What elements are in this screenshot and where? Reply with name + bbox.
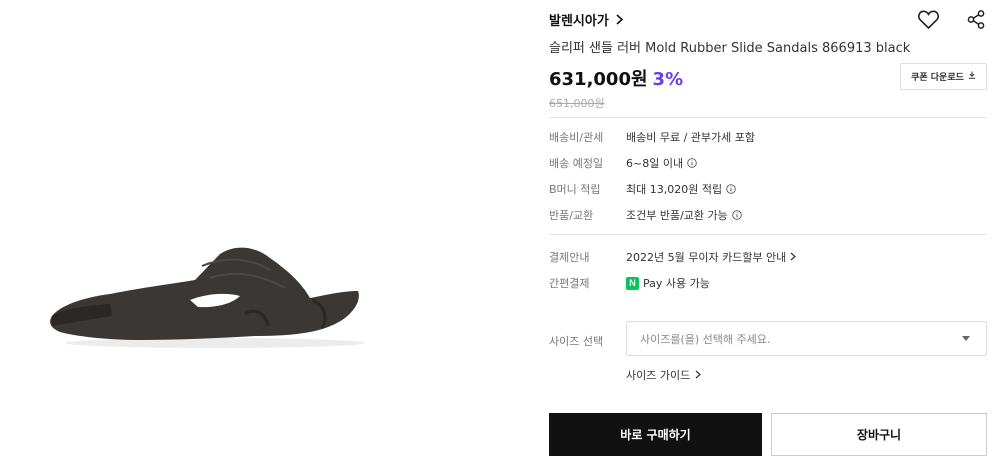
size-guide-label[interactable]: 사이즈 가이드 — [626, 367, 690, 383]
coupon-download-button[interactable]: 쿠폰 다운로드 — [900, 63, 987, 90]
bmoney-value: 최대 13,020원 적립 — [626, 183, 723, 196]
divider — [549, 117, 987, 118]
product-title: 슬리퍼 샌들 러버 Mold Rubber Slide Sandals 8669… — [549, 41, 911, 56]
easy-pay-row: 간편결제 N Pay 사용 가능 — [549, 275, 710, 291]
info-icon[interactable] — [687, 158, 697, 168]
coupon-label: 쿠폰 다운로드 — [911, 73, 964, 83]
payment-guide-row[interactable]: 결제안내 2022년 5월 무이자 카드할부 안내 — [549, 249, 797, 265]
brand-link[interactable]: 발렌시아가 — [549, 10, 623, 29]
add-to-cart-button[interactable]: 장바구니 — [771, 413, 987, 456]
bmoney-label: B머니 적립 — [549, 183, 601, 196]
easy-pay-label: 간편결제 — [549, 277, 590, 290]
shipping-fee-value: 배송비 무료 / 관부가세 포함 — [626, 131, 756, 144]
size-select[interactable]: 사이즈를(을) 선택해 주세요. — [626, 321, 987, 356]
payment-guide-value[interactable]: 2022년 5월 무이자 카드할부 안내 — [626, 249, 786, 265]
heart-icon[interactable] — [917, 8, 939, 30]
shipping-fee-label: 배송비/관세 — [549, 131, 604, 144]
product-image — [50, 247, 365, 348]
product-image-area — [0, 0, 520, 466]
share-icon[interactable] — [965, 8, 987, 30]
chevron-right-icon — [616, 14, 623, 25]
delivery-date-label: 배송 예정일 — [549, 157, 604, 170]
info-icon[interactable] — [726, 184, 736, 194]
size-select-label: 사이즈 선택 — [549, 335, 604, 348]
return-exchange-value: 조건부 반품/교환 가능 — [626, 209, 728, 222]
return-exchange-label: 반품/교환 — [549, 209, 594, 222]
divider — [549, 234, 987, 235]
original-price: 651,000원 — [549, 97, 605, 110]
product-info-panel: 발렌시아가 슬리퍼 샌들 러버 Mold Rubber Slide Sandal… — [549, 0, 987, 466]
buy-now-button[interactable]: 바로 구매하기 — [549, 413, 762, 456]
bmoney-row: B머니 적립 최대 13,020원 적립 — [549, 181, 736, 197]
brand-name[interactable]: 발렌시아가 — [549, 10, 609, 29]
download-icon — [968, 71, 976, 82]
chevron-down-icon — [962, 336, 970, 341]
return-exchange-row: 반품/교환 조건부 반품/교환 가능 — [549, 207, 742, 223]
naver-pay-icon: N — [626, 276, 639, 290]
delivery-date-row: 배송 예정일 6~8일 이내 — [549, 155, 697, 171]
discount-rate: 3% — [652, 69, 684, 90]
payment-guide-label: 결제안내 — [549, 251, 590, 264]
easy-pay-value: Pay 사용 가능 — [643, 277, 710, 290]
size-select-placeholder: 사이즈를(을) 선택해 주세요. — [640, 332, 771, 346]
chevron-right-icon — [790, 251, 797, 264]
shipping-fee-row: 배송비/관세 배송비 무료 / 관부가세 포함 — [549, 129, 755, 145]
info-icon[interactable] — [732, 210, 742, 220]
price-row: 631,000원 3% — [549, 65, 683, 91]
chevron-right-icon — [695, 369, 702, 382]
sale-price: 631,000원 — [549, 69, 648, 90]
delivery-date-value: 6~8일 이내 — [626, 157, 684, 170]
size-guide-link[interactable]: 사이즈 가이드 — [626, 367, 702, 383]
